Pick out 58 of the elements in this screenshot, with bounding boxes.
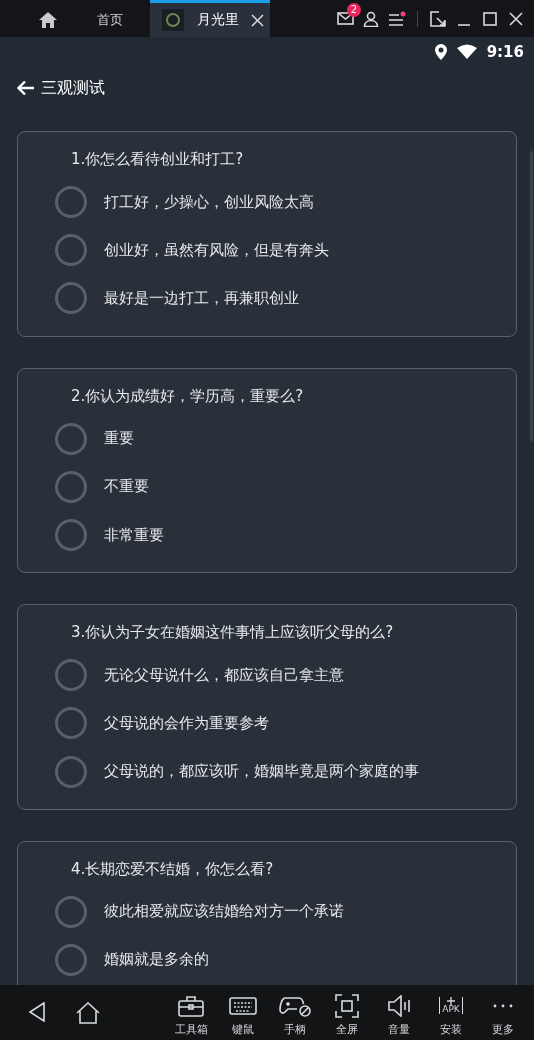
option-label[interactable]: 创业好，虽然有风险，但是有奔头 — [104, 240, 329, 260]
radio-button[interactable] — [55, 519, 87, 552]
mail-icon[interactable] — [336, 12, 354, 25]
maximize-icon[interactable] — [483, 11, 497, 26]
back-icon[interactable] — [28, 1001, 46, 1022]
option-label[interactable]: 彼此相爱就应该结婚给对方一个承诺 — [104, 902, 344, 922]
home-icon[interactable] — [76, 1001, 100, 1024]
option-label[interactable]: 婚姻就是多余的 — [104, 950, 209, 970]
option-label[interactable]: 不重要 — [104, 477, 149, 497]
toolbox-icon — [178, 994, 204, 1017]
radio-button[interactable] — [55, 186, 87, 219]
menu-icon[interactable] — [388, 10, 406, 27]
notification-badge: 2 — [347, 2, 361, 17]
toolbar-button[interactable]: 键鼠 — [217, 988, 269, 1037]
volume-icon — [387, 994, 411, 1017]
wifi-icon — [456, 44, 477, 59]
option-label[interactable]: 非常重要 — [104, 525, 164, 545]
page-title: 三观测试 — [41, 77, 105, 99]
option-label[interactable]: 无论父母说什么，都应该自己拿主意 — [104, 665, 344, 685]
keyboard-icon — [229, 996, 257, 1015]
radio-button[interactable] — [55, 707, 87, 740]
back-arrow-icon[interactable] — [17, 80, 35, 96]
question-text: 3.你认为子女在婚姻这件事情上应该听父母的么? — [71, 622, 395, 644]
toolbar-button[interactable]: APK 安装 — [425, 988, 477, 1037]
radio-button[interactable] — [55, 659, 87, 692]
radio-button[interactable] — [55, 422, 87, 455]
clock-time: 9:16 — [486, 42, 524, 61]
option-label[interactable]: 重要 — [104, 429, 134, 449]
question-text: 4.长期恋爱不结婚，你怎么看? — [71, 858, 275, 880]
option-label[interactable]: 父母说的会作为重要参考 — [104, 713, 269, 733]
option-label[interactable]: 父母说的，都应该听，婚姻毕竟是两个家庭的事 — [104, 762, 419, 782]
home-icon — [38, 11, 58, 29]
user-icon[interactable] — [363, 10, 379, 27]
toolbar-button[interactable]: 更多 — [477, 988, 529, 1037]
toolbar-button[interactable]: 音量 — [373, 988, 425, 1037]
toolbar-button[interactable]: 全屏 — [321, 988, 373, 1037]
close-icon[interactable] — [251, 13, 264, 27]
fullscreen-icon — [335, 993, 359, 1018]
gamepad-icon — [279, 994, 311, 1017]
tab[interactable]: 月光里 — [150, 0, 270, 37]
toolbar-button[interactable]: 手柄 — [269, 988, 321, 1037]
resize-icon[interactable] — [430, 10, 446, 27]
option-label[interactable]: 最好是一边打工，再兼职创业 — [104, 288, 299, 308]
toolbar-button[interactable]: 工具箱 — [165, 988, 217, 1037]
location-icon — [434, 43, 447, 60]
more-icon — [492, 1002, 514, 1009]
radio-button[interactable] — [55, 282, 87, 315]
tab[interactable]: 首页 — [0, 0, 150, 37]
radio-button[interactable] — [55, 755, 87, 788]
radio-button[interactable] — [55, 895, 87, 928]
option-label[interactable]: 打工好，少操心，创业风险太高 — [104, 192, 314, 212]
question-text: 1.你怎么看待创业和打工? — [71, 149, 245, 170]
question-text: 2.你认为成绩好，学历高，重要么? — [71, 385, 305, 407]
radio-button[interactable] — [55, 234, 87, 267]
radio-button[interactable] — [55, 470, 87, 503]
app-icon — [162, 9, 184, 31]
radio-button[interactable] — [55, 943, 87, 976]
close-icon[interactable] — [509, 11, 523, 26]
